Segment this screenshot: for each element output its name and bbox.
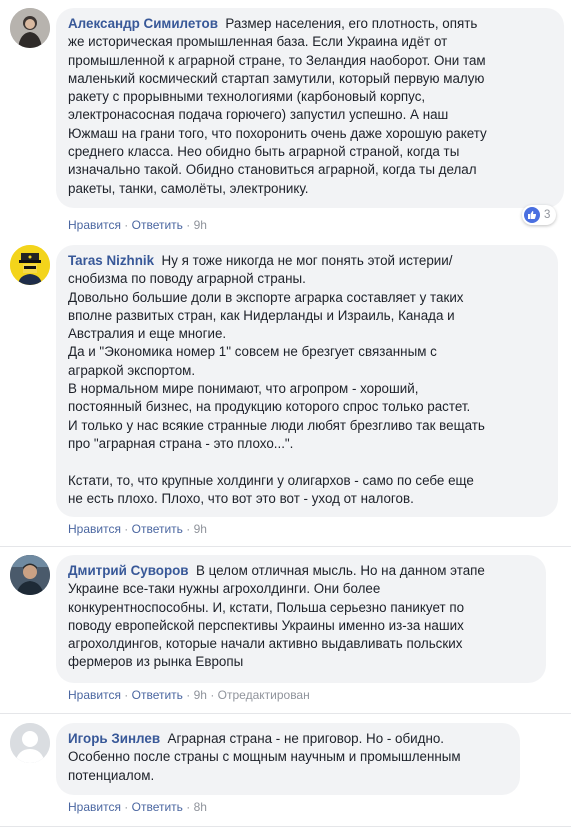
reply-button[interactable]: Ответить (132, 800, 183, 814)
comment-actions: Нравится · Ответить · 9h (68, 218, 207, 232)
comment-text: Ну я тоже никогда не мог понять этой ист… (68, 253, 485, 506)
comment-bubble: Taras Nizhnik Ну я тоже никогда не мог п… (56, 245, 558, 517)
comment-time[interactable]: 9h (194, 218, 207, 232)
like-reaction-icon (524, 207, 540, 223)
reply-button[interactable]: Ответить (132, 688, 183, 702)
edited-label[interactable]: Отредактирован (218, 688, 310, 702)
comment-actions: Нравится · Ответить · 9h · Отредактирова… (68, 688, 310, 702)
comment-author[interactable]: Игорь Зинлев (68, 731, 160, 746)
comment-actions: Нравится · Ответить · 9h (68, 522, 207, 536)
comment-bubble: Игорь Зинлев Аграрная страна - не пригов… (56, 723, 520, 795)
comment-actions: Нравится · Ответить · 8h (68, 800, 207, 814)
comment-author[interactable]: Дмитрий Суворов (68, 563, 189, 578)
reaction-summary[interactable]: 3 (522, 205, 557, 225)
divider (0, 826, 571, 827)
like-button[interactable]: Нравится (68, 218, 121, 232)
comment-thread: Александр Симилетов Размер населения, ег… (0, 0, 571, 833)
reply-button[interactable]: Ответить (132, 522, 183, 536)
comment-author[interactable]: Taras Nizhnik (68, 253, 154, 268)
police-character-icon (10, 245, 50, 285)
comment-text: Размер населения, его плотность, опять ж… (68, 16, 487, 196)
comment-time[interactable]: 9h (194, 688, 207, 702)
reply-button[interactable]: Ответить (132, 218, 183, 232)
avatar[interactable] (10, 245, 50, 285)
like-button[interactable]: Нравится (68, 688, 121, 702)
like-button[interactable]: Нравится (68, 522, 121, 536)
divider (0, 713, 571, 714)
divider (0, 546, 571, 547)
comment-time[interactable]: 9h (194, 522, 207, 536)
avatar[interactable] (10, 723, 50, 763)
comment-text: В целом отличная мысль. Но на данном эта… (68, 563, 485, 670)
avatar[interactable] (10, 555, 50, 595)
comment-bubble: Дмитрий Суворов В целом отличная мысль. … (56, 555, 546, 683)
avatar[interactable] (10, 8, 50, 48)
person-photo-icon (10, 8, 50, 48)
person-photo-icon (10, 555, 50, 595)
comment-time[interactable]: 8h (194, 800, 207, 814)
comment-author[interactable]: Александр Симилетов (68, 16, 218, 31)
default-profile-icon (10, 723, 50, 763)
comment-bubble: Александр Симилетов Размер населения, ег… (56, 8, 564, 208)
like-button[interactable]: Нравится (68, 800, 121, 814)
reaction-count: 3 (544, 209, 551, 221)
